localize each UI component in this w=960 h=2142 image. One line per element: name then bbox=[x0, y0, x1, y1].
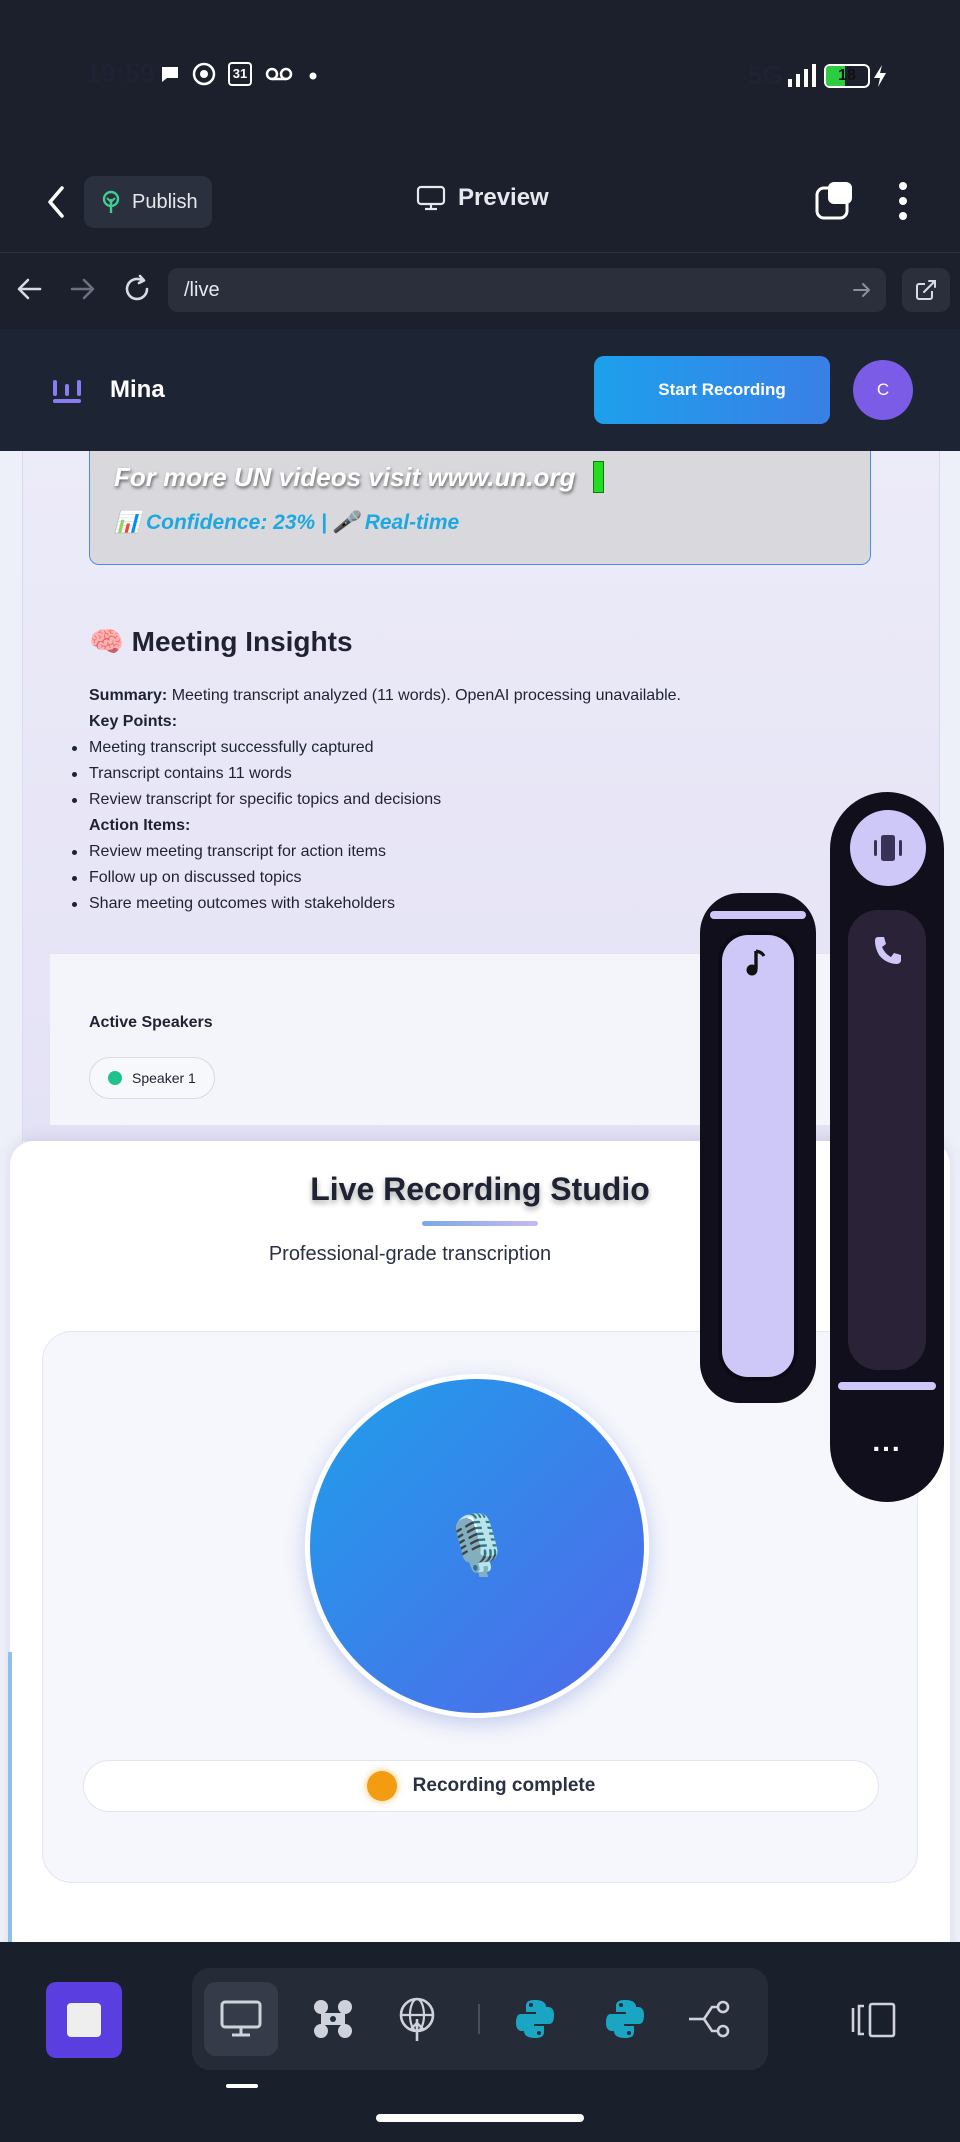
url-text: /live bbox=[184, 278, 220, 301]
volume-settings-button[interactable]: ... bbox=[830, 1426, 944, 1458]
desktop-view-button[interactable] bbox=[204, 1982, 278, 2056]
speakers-title: Active Speakers bbox=[89, 1014, 213, 1031]
battery-icon: 18 bbox=[824, 64, 870, 88]
stop-icon bbox=[67, 2003, 101, 2037]
brand-name[interactable]: Mina bbox=[110, 376, 165, 404]
action-items-list: Review meeting transcript for action ite… bbox=[72, 839, 681, 917]
scroll-accent bbox=[8, 1652, 12, 1942]
avatar[interactable]: C bbox=[853, 360, 913, 420]
list-item: Transcript contains 11 words bbox=[72, 761, 681, 787]
speaker-status-dot bbox=[108, 1071, 122, 1085]
key-points-label: Key Points: bbox=[89, 713, 178, 730]
speaker-chip[interactable]: Speaker 1 bbox=[89, 1057, 215, 1099]
summary-text: Meeting transcript analyzed (11 words). … bbox=[167, 687, 681, 704]
recorder-panel: 🎙️ Recording complete bbox=[42, 1331, 918, 1883]
slider-handle[interactable] bbox=[710, 911, 806, 919]
tabs-icon[interactable] bbox=[814, 180, 856, 222]
url-input[interactable]: /live bbox=[168, 268, 886, 312]
record-button[interactable]: 🎙️ bbox=[305, 1374, 649, 1718]
summary-row: Summary: Meeting transcript analyzed (11… bbox=[89, 683, 681, 709]
network-type: 5G bbox=[748, 60, 783, 90]
page-content: ■■■■ ■■■■■■ ■■■ ■■■■■■■ ■ For more UN vi… bbox=[0, 451, 960, 1942]
charging-icon bbox=[874, 65, 886, 87]
chat-icon bbox=[162, 67, 178, 82]
recording-status: Recording complete bbox=[83, 1760, 879, 1812]
workflow-button[interactable] bbox=[672, 1982, 746, 2056]
list-item: Review meeting transcript for action ite… bbox=[72, 839, 681, 865]
transcript-box: ■■■■ ■■■■■■ ■■■ ■■■■■■■ ■ For more UN vi… bbox=[89, 451, 871, 565]
integrations-button[interactable] bbox=[296, 1982, 370, 2056]
publish-tree-icon bbox=[102, 190, 120, 213]
stop-button[interactable] bbox=[46, 1982, 122, 2058]
dock-tool-group bbox=[192, 1968, 768, 2070]
calendar-icon: 31 bbox=[228, 62, 252, 86]
list-item: Share meeting outcomes with stakeholders bbox=[72, 891, 681, 917]
monitor-icon bbox=[416, 185, 446, 211]
vibrate-icon bbox=[874, 835, 902, 861]
active-tab-indicator bbox=[226, 2084, 258, 2088]
antenna-globe-icon bbox=[399, 1997, 435, 2041]
phone-icon bbox=[875, 937, 901, 964]
go-arrow-icon[interactable] bbox=[852, 280, 872, 300]
dock-divider bbox=[478, 2004, 480, 2034]
python-icon bbox=[516, 2000, 554, 2038]
media-volume-slider[interactable] bbox=[700, 893, 816, 1403]
key-points-list: Meeting transcript successfully captured… bbox=[72, 735, 681, 813]
list-item: Follow up on discussed topics bbox=[72, 865, 681, 891]
summary-label: Summary: bbox=[89, 687, 168, 704]
external-link-icon bbox=[916, 280, 936, 300]
preview-label: Preview bbox=[458, 184, 549, 211]
status-indicator-dot bbox=[366, 1771, 397, 1801]
python-shell-button[interactable] bbox=[588, 1982, 662, 2056]
start-recording-button[interactable]: Start Recording bbox=[594, 356, 830, 424]
call-volume-track[interactable] bbox=[848, 910, 926, 1370]
live-cursor bbox=[593, 461, 605, 493]
signal-icon bbox=[788, 64, 816, 87]
dot-icon bbox=[309, 72, 317, 80]
status-text: Recording complete bbox=[412, 1775, 596, 1796]
studio-subtitle: Professional-grade transcription bbox=[268, 1243, 552, 1265]
desktop-icon bbox=[220, 2000, 262, 2037]
open-external-button[interactable] bbox=[902, 268, 950, 312]
list-item: Review transcript for specific topics an… bbox=[72, 787, 681, 813]
back-button[interactable] bbox=[40, 180, 74, 224]
insights-body: Summary: Meeting transcript analyzed (11… bbox=[72, 683, 681, 917]
confidence-label: 📊 Confidence: 23% | 🎤 Real-time bbox=[114, 511, 460, 534]
puzzle-grid-icon bbox=[314, 2000, 352, 2038]
python-icon bbox=[606, 2000, 644, 2038]
title-underline bbox=[422, 1221, 538, 1226]
call-volume-slider[interactable]: ... bbox=[830, 792, 944, 1502]
reload-icon[interactable] bbox=[120, 272, 154, 306]
home-indicator[interactable] bbox=[376, 2114, 584, 2122]
more-menu-icon[interactable] bbox=[888, 178, 918, 224]
voicemail-icon bbox=[265, 67, 293, 81]
soccer-icon bbox=[192, 62, 216, 86]
transcript-text: For more UN videos visit www.un.org bbox=[114, 461, 576, 492]
ringer-mode-button[interactable] bbox=[850, 810, 926, 886]
flow-branch-icon bbox=[689, 2000, 730, 2038]
call-volume-level bbox=[838, 1382, 936, 1390]
preview-tab[interactable]: Preview bbox=[416, 184, 549, 212]
nav-back-icon[interactable] bbox=[12, 272, 46, 306]
list-item: Meeting transcript successfully captured bbox=[72, 735, 681, 761]
side-panel-icon[interactable] bbox=[850, 1998, 898, 2042]
publish-button[interactable]: Publish bbox=[84, 176, 212, 228]
action-items-label: Action Items: bbox=[89, 817, 191, 834]
logo-icon bbox=[53, 380, 81, 403]
media-volume-level bbox=[722, 935, 794, 1377]
speaker-name: Speaker 1 bbox=[132, 1070, 196, 1086]
nav-forward-icon[interactable] bbox=[66, 272, 100, 306]
media-volume-track[interactable] bbox=[718, 931, 798, 1381]
deploy-button[interactable] bbox=[380, 1982, 454, 2056]
microphone-icon: 🎙️ bbox=[440, 1513, 514, 1578]
insights-title: 🧠 Meeting Insights bbox=[89, 626, 353, 657]
battery-level: 18 bbox=[838, 67, 856, 84]
publish-label: Publish bbox=[132, 190, 198, 213]
music-note-icon bbox=[746, 949, 766, 976]
transcript-line: For more UN videos visit www.un.org bbox=[114, 461, 605, 493]
python-console-button[interactable] bbox=[498, 1982, 572, 2056]
status-clock: 19:59 bbox=[86, 58, 155, 88]
